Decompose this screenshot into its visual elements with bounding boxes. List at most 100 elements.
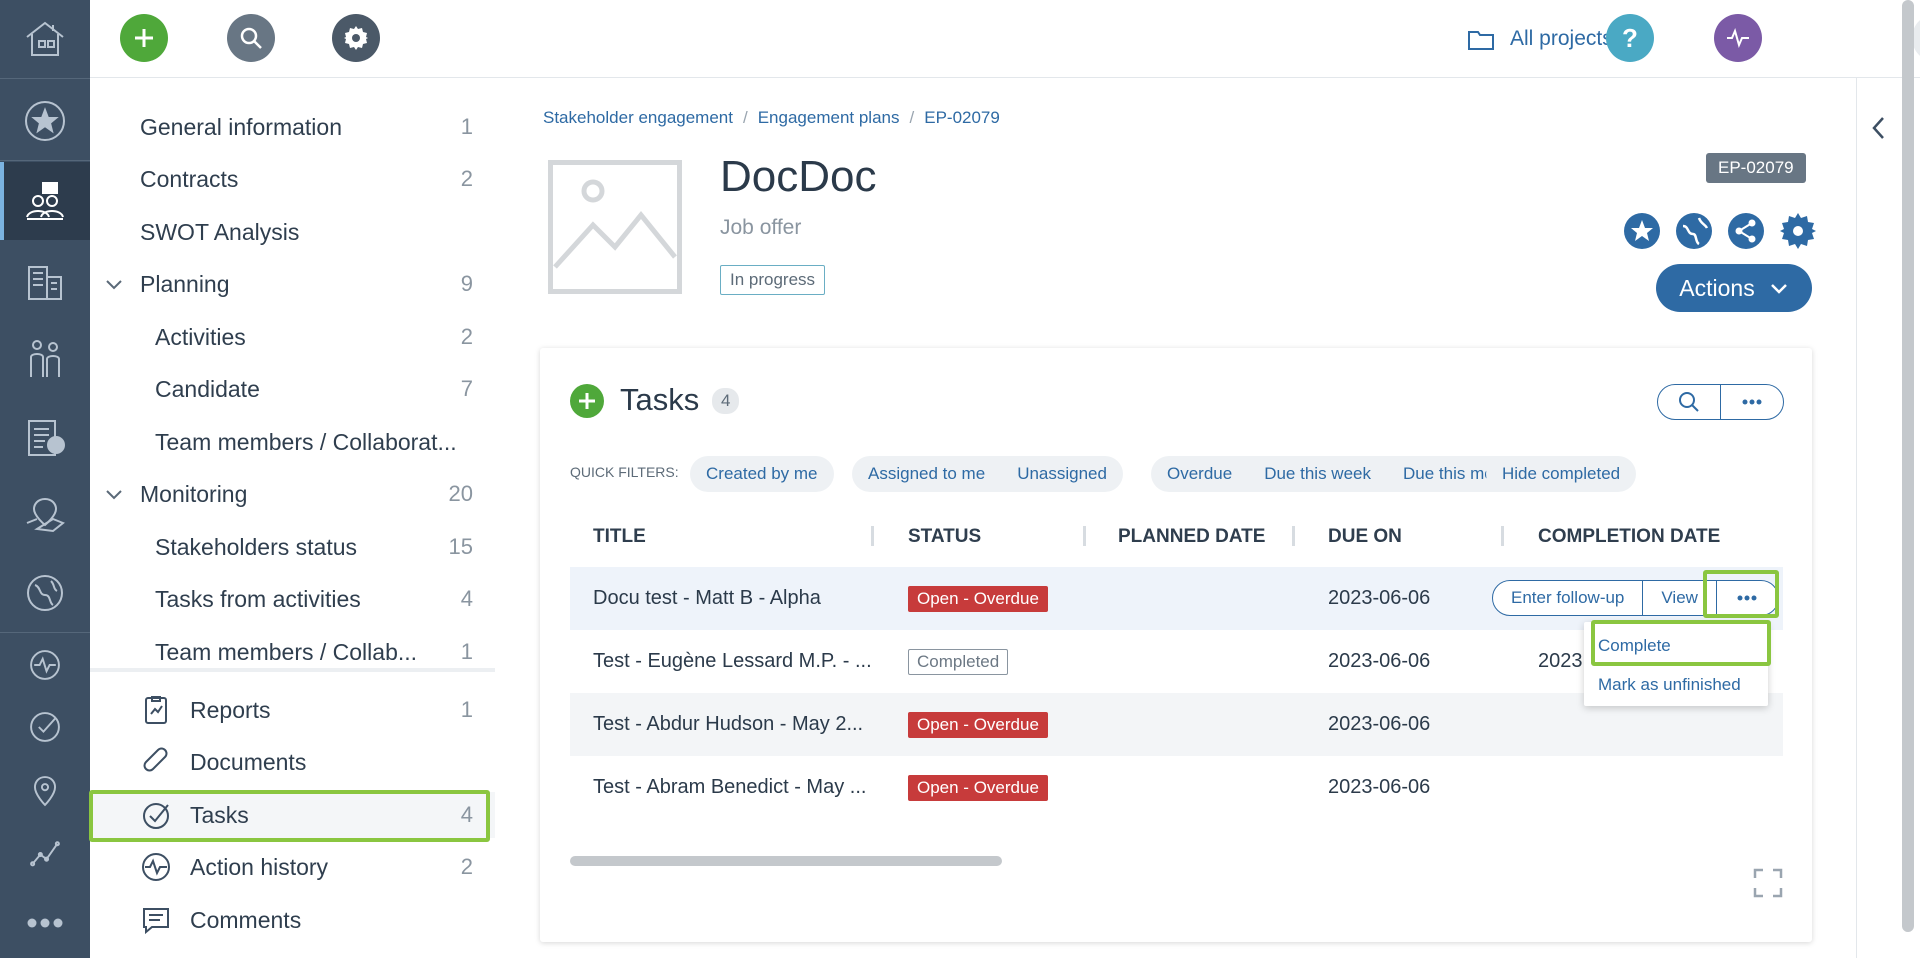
menu-item-complete[interactable]: Complete [1598,636,1671,656]
task-status: Open - Overdue [908,567,1048,630]
task-title[interactable]: Test - Eugène Lessard M.P. - ... [593,630,873,693]
nav-label: Candidate [155,375,260,402]
buildings-icon[interactable] [0,250,90,312]
chevron-down-icon[interactable] [104,274,124,294]
record-subtitle: Job offer [720,216,802,239]
task-due-date: 2023-06-06 [1328,713,1431,735]
nav-comments[interactable]: Comments [90,897,495,943]
column-resizer[interactable] [871,526,874,546]
more-options-icon[interactable] [1720,385,1783,419]
column-resizer[interactable] [1083,526,1086,546]
stakeholders-icon[interactable] [0,162,90,240]
nav-tasks[interactable]: Tasks 4 [90,792,495,838]
favorite-star-icon[interactable] [1623,212,1661,250]
task-title[interactable]: Test - Abdur Hudson - May 2... [593,693,873,756]
record-sidenav: General information 1 Contracts 2 SWOT A… [90,78,495,958]
nav-documents[interactable]: Documents [90,739,495,785]
chevron-left-icon[interactable] [1868,114,1888,142]
filter-group-created: Created by me [690,456,834,492]
column-header-planned-date[interactable]: PLANNED DATE [1118,526,1265,548]
nav-action-history[interactable]: Action history 2 [90,844,495,890]
tasks-count-badge: 4 [712,388,740,414]
search-icon[interactable] [227,14,275,62]
table-row[interactable]: Docu test - Matt B - Alpha Open - Overdu… [570,567,1783,630]
share-icon[interactable] [1727,212,1765,250]
task-title[interactable]: Docu test - Matt B - Alpha [593,567,873,630]
column-resizer[interactable] [1501,526,1504,546]
filter-due-this-week[interactable]: Due this week [1264,464,1371,484]
nav-candidate[interactable]: Candidate 7 [90,366,495,412]
app-rail [0,0,90,958]
settings-gear-icon[interactable] [332,14,380,62]
tasks-toolbar [1657,384,1784,420]
nav-label: Tasks [190,801,249,828]
globe-leaf-icon[interactable] [0,562,90,624]
breadcrumb-link[interactable]: Engagement plans [758,108,900,128]
filter-group-completed: Hide completed [1486,456,1637,492]
settings-gear-icon[interactable] [1779,212,1817,250]
row-more-button[interactable] [1715,581,1778,615]
breadcrumb-link[interactable]: Stakeholder engagement [543,108,733,128]
check-circle-icon[interactable] [0,698,90,756]
filter-unassigned[interactable]: Unassigned [1017,464,1107,484]
view-button[interactable]: View [1642,581,1716,615]
family-icon[interactable] [0,328,90,390]
all-projects-link[interactable]: All projects [1466,24,1613,54]
column-header-due-on[interactable]: DUE ON [1328,526,1402,548]
actions-button[interactable]: Actions [1656,264,1812,312]
task-due-date: 2023-06-06 [1328,650,1431,672]
filter-group-assignment: Assigned to me Unassigned [852,456,1123,492]
more-icon[interactable] [0,894,90,952]
menu-item-mark-unfinished[interactable]: Mark as unfinished [1598,675,1741,695]
home-icon[interactable] [0,0,90,78]
record-id-badge: EP-02079 [1706,153,1806,183]
nav-general-information[interactable]: General information 1 [90,104,495,150]
nav-activities[interactable]: Activities 2 [90,314,495,360]
add-icon[interactable] [120,14,168,62]
chevron-down-icon[interactable] [104,484,124,504]
help-icon[interactable]: ? [1606,14,1654,62]
nav-contracts[interactable]: Contracts 2 [90,156,495,202]
status-badge: Open - Overdue [908,774,1048,801]
nav-tasks-from-activities[interactable]: Tasks from activities 4 [90,576,495,622]
nav-reports[interactable]: Reports 1 [90,687,495,733]
enter-follow-up-button[interactable]: Enter follow-up [1493,581,1642,615]
nav-monitoring[interactable]: Monitoring 20 [90,471,495,517]
favorites-icon[interactable] [0,90,90,152]
task-title[interactable]: Test - Abram Benedict - May ... [593,756,873,819]
map-pin-icon[interactable] [0,484,90,546]
nav-count: 2 [460,166,473,191]
record-title: DocDoc [720,152,877,201]
survey-icon[interactable] [0,406,90,468]
nav-team-members-planning[interactable]: Team members / Collaborat... [90,419,495,465]
filter-assigned-to-me[interactable]: Assigned to me [868,464,985,484]
expand-icon[interactable] [1753,868,1783,898]
table-row[interactable]: Test - Abram Benedict - May ... Open - O… [570,756,1783,819]
globe-icon[interactable] [1675,212,1713,250]
nav-swot-analysis[interactable]: SWOT Analysis [90,209,495,255]
add-task-button[interactable] [570,384,604,418]
filter-hide-completed[interactable]: Hide completed [1502,464,1620,484]
location-icon[interactable] [0,762,90,820]
nav-label: Action history [190,853,329,880]
vertical-scrollbar[interactable] [1902,0,1914,932]
record-image-placeholder [548,160,682,294]
breadcrumb-link[interactable]: EP-02079 [924,108,1000,128]
column-header-completion-date[interactable]: COMPLETION DATE [1538,526,1720,548]
filter-created-by-me[interactable]: Created by me [706,464,818,484]
row-actions: Enter follow-up View [1492,580,1779,616]
breadcrumb-separator: / [909,108,915,127]
nav-planning[interactable]: Planning 9 [90,261,495,307]
nav-stakeholders-status[interactable]: Stakeholders status 15 [90,524,495,570]
column-resizer[interactable] [1292,526,1295,546]
pulse-icon[interactable] [1714,14,1762,62]
horizontal-scrollbar[interactable] [570,856,1002,866]
filter-overdue[interactable]: Overdue [1167,464,1232,484]
trend-icon[interactable] [0,824,90,882]
column-header-status[interactable]: STATUS [908,526,981,548]
column-header-title[interactable]: TITLE [593,526,646,548]
nav-count: 15 [448,534,473,559]
activity-icon[interactable] [0,636,90,694]
search-icon[interactable] [1658,385,1720,419]
row-options-menu: Complete Mark as unfinished [1584,622,1768,706]
